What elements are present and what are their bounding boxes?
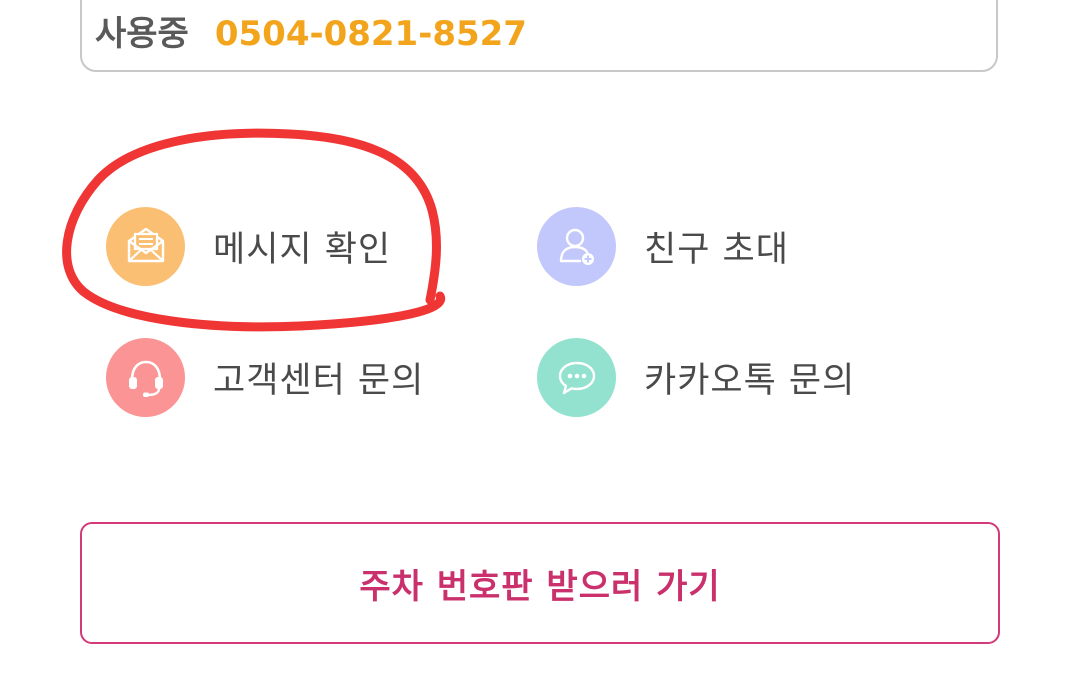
cta-label: 주차 번호판 받으러 가기 [359, 566, 721, 607]
info-label: 사용중 [95, 14, 189, 54]
page: 사용중 0504-0821-8527 메시지 확인 친구 초대 고객센터 문의 … [0, 0, 1080, 699]
info-row: 사용중 0504-0821-8527 [95, 14, 527, 54]
menu-item-support[interactable]: 고객센터 문의 [106, 337, 424, 417]
menu-label-invite: 친구 초대 [644, 229, 789, 270]
menu-label-message: 메시지 확인 [213, 229, 392, 270]
headset-icon [106, 337, 185, 417]
phone-number[interactable]: 0504-0821-8527 [215, 14, 527, 54]
menu-item-kakaotalk[interactable]: 카카오톡 문의 [537, 337, 855, 417]
menu-item-message[interactable]: 메시지 확인 [106, 206, 391, 286]
envelope-icon [106, 206, 185, 286]
get-plate-number-button[interactable]: 주차 번호판 받으러 가기 [80, 522, 1000, 644]
menu-label-support: 고객센터 문의 [213, 360, 425, 401]
menu-label-kakaotalk: 카카오톡 문의 [644, 360, 856, 401]
menu-item-invite[interactable]: 친구 초대 [537, 206, 789, 286]
chat-bubble-icon [537, 337, 616, 417]
add-user-icon [537, 206, 616, 286]
